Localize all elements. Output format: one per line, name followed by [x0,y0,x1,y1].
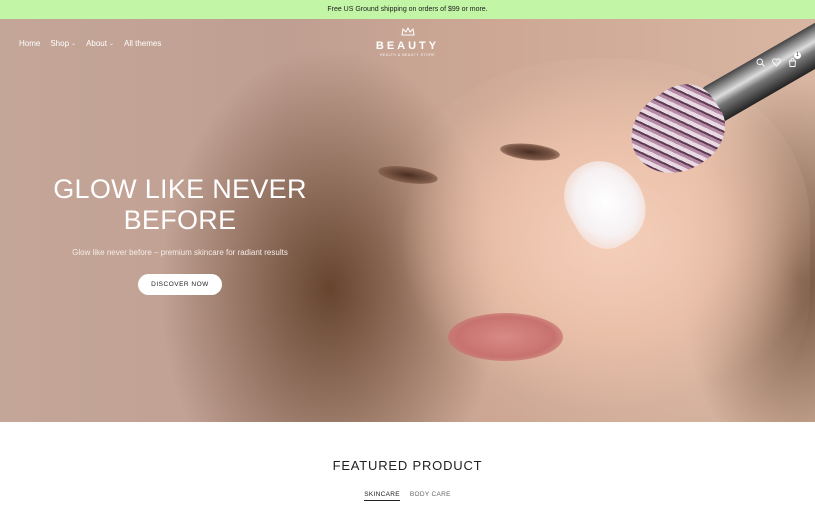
featured-title: FEATURED PRODUCT [332,458,483,473]
nav-all-themes-label: All themes [124,39,162,48]
nav-menu: Home Shop ⌄ About ⌄ All themes [19,39,161,48]
announcement-text: Free US Ground shipping on orders of $99… [327,6,488,13]
header-nav: Home Shop ⌄ About ⌄ All themes BEAUTY HEAL… [0,19,815,71]
discover-now-button[interactable]: DISCOVER NOW [138,274,222,295]
chevron-down-icon: ⌄ [71,41,77,47]
nav-home-label: Home [19,39,41,48]
announcement-bar: Free US Ground shipping on orders of $99… [0,0,815,19]
logo-tagline: HEALTH & BEAUTY STORE [379,53,436,57]
nav-about[interactable]: About ⌄ [86,39,114,48]
tab-body-care[interactable]: BODY CARE [410,491,451,501]
nav-home[interactable]: Home [19,39,40,48]
hero-banner: Home Shop ⌄ About ⌄ All themes BEAUTY HEAL… [0,19,815,422]
site-logo[interactable]: BEAUTY HEALTH & BEAUTY STORE [370,26,445,57]
hero-image-lips [448,313,563,361]
logo-name: BEAUTY [375,40,440,52]
nav-shop-label: Shop [50,39,70,48]
featured-section: FEATURED PRODUCT SKINCARE BODY CARE [0,422,815,512]
cart-count-badge: 1 [794,52,801,59]
cart-icon[interactable]: 1 [787,52,801,67]
hero-title: GLOW LIKE NEVER BEFORE [40,174,320,236]
tab-skincare[interactable]: SKINCARE [364,491,400,501]
hero-title-line-2: BEFORE [123,205,237,235]
featured-tabs: SKINCARE BODY CARE [0,491,815,501]
hero-content: GLOW LIKE NEVER BEFORE Glow like never b… [40,174,320,295]
crown-icon [370,26,445,39]
hero-title-line-1: GLOW LIKE NEVER [53,174,307,204]
chevron-down-icon: ⌄ [108,41,114,47]
nav-about-label: About [86,39,107,48]
nav-all-themes[interactable]: All themes [124,39,161,48]
header-icons: 1 [755,52,801,67]
hero-subtitle: Glow like never before – premium skincar… [72,248,288,257]
nav-shop[interactable]: Shop ⌄ [50,39,76,48]
search-icon[interactable] [755,57,765,67]
heart-icon[interactable] [771,57,781,67]
